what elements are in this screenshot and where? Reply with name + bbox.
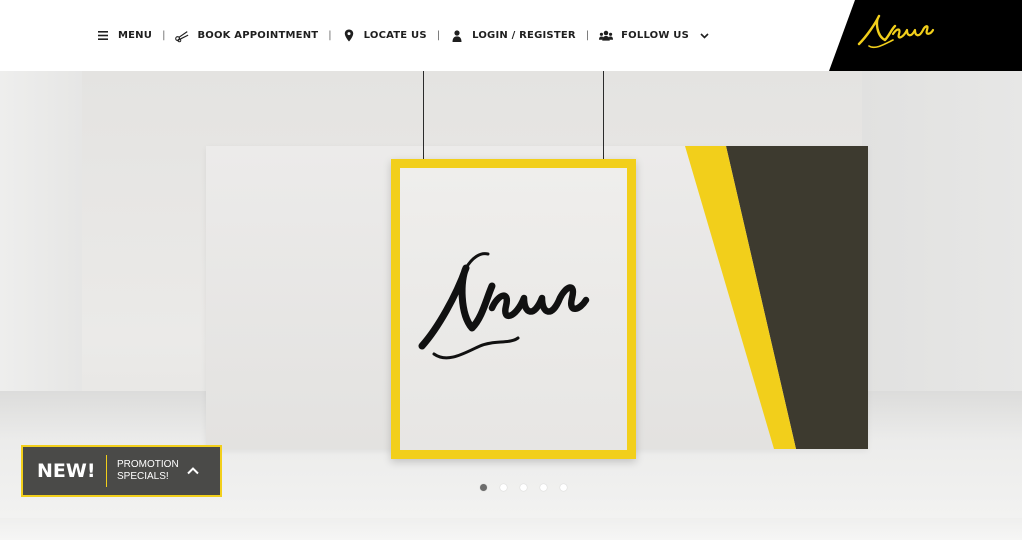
nav-follow-us[interactable]: FOLLOW US bbox=[599, 29, 711, 43]
hamburger-icon bbox=[96, 29, 110, 43]
promo-divider bbox=[106, 455, 107, 487]
hanging-wire bbox=[423, 71, 424, 159]
promo-badge: NEW! bbox=[37, 460, 96, 482]
slide-dot-1[interactable] bbox=[480, 484, 487, 491]
slide-dot-2[interactable] bbox=[500, 484, 507, 491]
map-pin-icon bbox=[342, 29, 356, 43]
slide-dot-4[interactable] bbox=[540, 484, 547, 491]
chevron-down-icon bbox=[697, 29, 711, 43]
slider-pagination bbox=[480, 484, 567, 491]
nav-locate-label: LOCATE US bbox=[363, 30, 427, 41]
promo-label: PROMOTION SPECIALS! bbox=[117, 459, 179, 482]
nav-locate-us[interactable]: LOCATE US bbox=[342, 29, 427, 43]
users-icon bbox=[599, 29, 614, 43]
user-icon bbox=[450, 29, 464, 43]
gallery-wall-left bbox=[0, 71, 82, 405]
nav-login-label: LOGIN / REGISTER bbox=[472, 30, 576, 41]
site-header: MENU | BOOK APPOINTMENT | LOCATE US | LO… bbox=[0, 0, 1022, 71]
scissors-icon bbox=[175, 29, 189, 43]
nav-login-register[interactable]: LOGIN / REGISTER bbox=[450, 29, 576, 43]
yellow-frame bbox=[391, 159, 636, 459]
gallery-wall-right bbox=[862, 71, 1022, 391]
nav-separator: | bbox=[585, 30, 590, 41]
brand-logo[interactable] bbox=[829, 0, 1022, 71]
nav-separator: | bbox=[436, 30, 441, 41]
main-nav: MENU | BOOK APPOINTMENT | LOCATE US | LO… bbox=[96, 0, 711, 71]
nav-book-appointment[interactable]: BOOK APPOINTMENT bbox=[175, 29, 318, 43]
nav-menu-label: MENU bbox=[118, 30, 153, 41]
nav-separator: | bbox=[162, 30, 166, 41]
slide-dot-5[interactable] bbox=[560, 484, 567, 491]
nav-separator: | bbox=[328, 30, 332, 41]
promotion-specials-toggle[interactable]: NEW! PROMOTION SPECIALS! bbox=[21, 445, 222, 497]
slide-dot-3[interactable] bbox=[520, 484, 527, 491]
chevron-up-icon bbox=[185, 463, 201, 479]
nav-menu[interactable]: MENU bbox=[96, 29, 152, 43]
nav-follow-label: FOLLOW US bbox=[621, 30, 690, 41]
nav-book-label: BOOK APPOINTMENT bbox=[197, 30, 319, 41]
page-bottom-strip bbox=[0, 518, 1022, 540]
hero-logo bbox=[418, 252, 590, 360]
hanging-wire bbox=[603, 71, 604, 159]
